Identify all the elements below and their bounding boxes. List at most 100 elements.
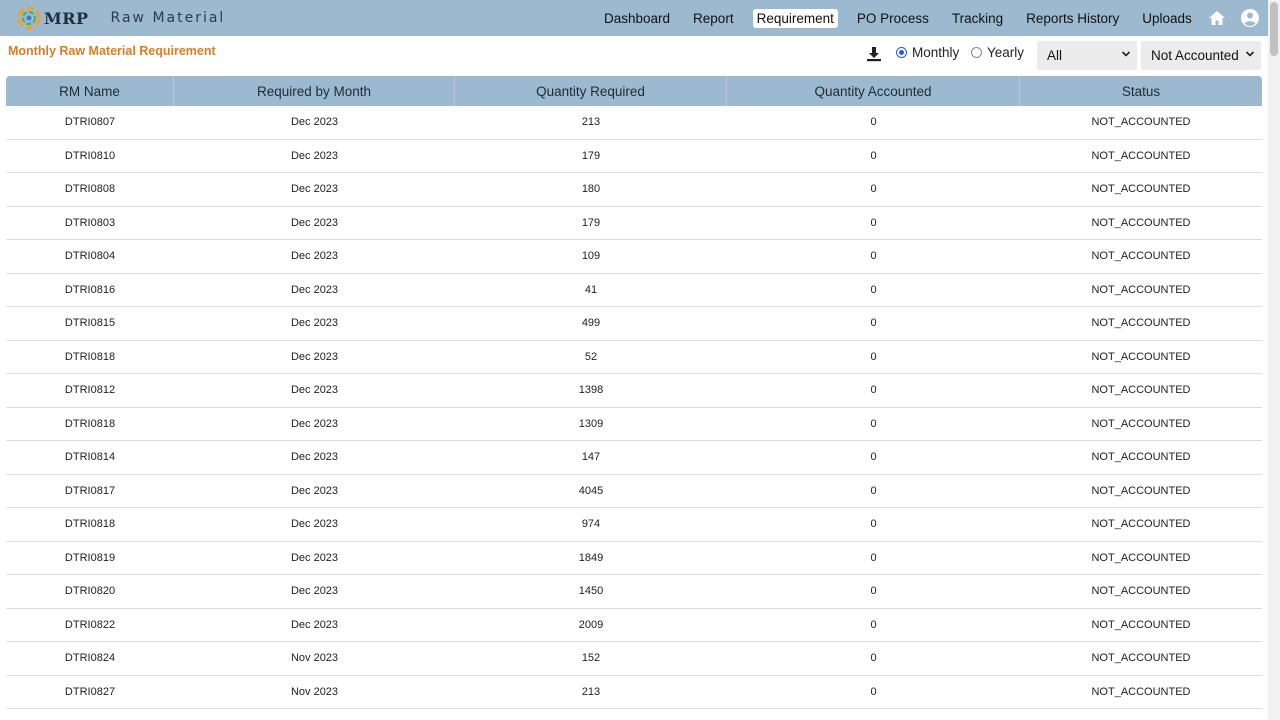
table-row[interactable]: DTRI0816 Dec 2023 41 0 NOT_ACCOUNTED (6, 274, 1262, 307)
cell-quantity-accounted: 0 (870, 451, 877, 464)
cell-status: NOT_ACCOUNTED (1091, 585, 1191, 598)
cell-status: NOT_ACCOUNTED (1091, 183, 1191, 196)
cell-quantity-required: 179 (581, 149, 601, 162)
cell-quantity-required: 4045 (578, 484, 604, 497)
column-header-quantity-accounted[interactable]: Quantity Accounted (727, 76, 1020, 106)
table-row[interactable]: DTRI0803 Dec 2023 179 0 NOT_ACCOUNTED (6, 207, 1262, 240)
column-header-required-by-month[interactable]: Required by Month (174, 76, 455, 106)
cell-quantity-accounted: 0 (870, 484, 877, 497)
nav-links: Dashboard Report Requirement PO Process … (600, 0, 1211, 36)
cell-required-by-month: Nov 2023 (290, 652, 339, 665)
nav-tracking[interactable]: Tracking (948, 9, 1007, 28)
cell-rm-name: DTRI0820 (64, 585, 116, 598)
cell-status: NOT_ACCOUNTED (1091, 317, 1191, 330)
home-icon[interactable] (1207, 8, 1227, 28)
cell-quantity-accounted: 0 (870, 183, 877, 196)
cell-status: NOT_ACCOUNTED (1091, 652, 1191, 665)
radio-yearly[interactable]: Yearly (971, 45, 1024, 60)
column-header-rm-name[interactable]: RM Name (6, 76, 174, 106)
cell-quantity-accounted: 0 (870, 384, 877, 397)
cell-quantity-accounted: 0 (870, 350, 877, 363)
table-row[interactable]: DTRI0815 Dec 2023 499 0 NOT_ACCOUNTED (6, 307, 1262, 341)
cell-status: NOT_ACCOUNTED (1091, 116, 1191, 129)
radio-monthly-button[interactable] (896, 47, 907, 58)
cell-rm-name: DTRI0827 (64, 685, 116, 698)
table-row[interactable]: DTRI0807 Dec 2023 213 0 NOT_ACCOUNTED (6, 106, 1262, 140)
cell-required-by-month: Dec 2023 (290, 350, 339, 363)
cell-quantity-required: 52 (584, 350, 598, 363)
cell-rm-name: DTRI0818 (64, 518, 116, 531)
cell-status: NOT_ACCOUNTED (1091, 216, 1191, 229)
cell-rm-name: DTRI0812 (64, 384, 116, 397)
cell-status: NOT_ACCOUNTED (1091, 384, 1191, 397)
cell-quantity-required: 109 (581, 250, 601, 263)
radio-monthly[interactable]: Monthly (896, 45, 959, 60)
cell-rm-name: DTRI0815 (64, 317, 116, 330)
nav-reports-history[interactable]: Reports History (1022, 9, 1123, 28)
table-row[interactable]: DTRI0818 Dec 2023 1309 0 NOT_ACCOUNTED (6, 408, 1262, 441)
cell-quantity-required: 180 (581, 183, 601, 196)
column-header-status[interactable]: Status (1020, 76, 1262, 106)
table-row[interactable]: DTRI0810 Dec 2023 179 0 NOT_ACCOUNTED (6, 140, 1262, 173)
cell-rm-name: DTRI0819 (64, 551, 116, 564)
download-icon[interactable] (866, 46, 882, 62)
chevron-down-icon (1121, 51, 1131, 57)
table-row[interactable]: DTRI0817 Dec 2023 4045 0 NOT_ACCOUNTED (6, 475, 1262, 508)
table-row[interactable]: DTRI0822 Dec 2023 2009 0 NOT_ACCOUNTED (6, 609, 1262, 642)
filter-select[interactable]: All (1037, 41, 1137, 70)
nav-requirement[interactable]: Requirement (752, 8, 838, 28)
cell-status: NOT_ACCOUNTED (1091, 685, 1191, 698)
cell-rm-name: DTRI0818 (64, 417, 116, 430)
cell-quantity-accounted: 0 (870, 652, 877, 665)
column-header-quantity-required[interactable]: Quantity Required (455, 76, 727, 106)
logo-text: MRP (44, 8, 89, 28)
cell-status: NOT_ACCOUNTED (1091, 451, 1191, 464)
cell-quantity-accounted: 0 (870, 216, 877, 229)
cell-quantity-accounted: 0 (870, 518, 877, 531)
cell-quantity-accounted: 0 (870, 116, 877, 129)
cell-quantity-required: 1309 (578, 417, 604, 430)
scrollbar-thumb[interactable] (1270, 2, 1278, 56)
table-row[interactable]: DTRI0824 Nov 2023 152 0 NOT_ACCOUNTED (6, 642, 1262, 676)
cell-quantity-required: 1849 (578, 551, 604, 564)
cell-rm-name: DTRI0824 (64, 652, 116, 665)
mrp-logo-icon (17, 6, 41, 30)
table-row[interactable]: DTRI0808 Dec 2023 180 0 NOT_ACCOUNTED (6, 173, 1262, 207)
user-account-icon[interactable] (1240, 8, 1260, 28)
cell-status: NOT_ACCOUNTED (1091, 350, 1191, 363)
cell-quantity-required: 41 (584, 283, 598, 296)
nav-dashboard[interactable]: Dashboard (600, 9, 674, 28)
cell-status: NOT_ACCOUNTED (1091, 618, 1191, 631)
requirement-table: RM Name Required by Month Quantity Requi… (6, 76, 1262, 709)
page-scrollbar[interactable] (1268, 0, 1280, 720)
table-row[interactable]: DTRI0818 Dec 2023 974 0 NOT_ACCOUNTED (6, 508, 1262, 542)
cell-required-by-month: Dec 2023 (290, 317, 339, 330)
cell-required-by-month: Dec 2023 (290, 149, 339, 162)
table-row[interactable]: DTRI0819 Dec 2023 1849 0 NOT_ACCOUNTED (6, 542, 1262, 575)
radio-yearly-label: Yearly (987, 45, 1025, 60)
table-row[interactable]: DTRI0818 Dec 2023 52 0 NOT_ACCOUNTED (6, 341, 1262, 374)
radio-yearly-button[interactable] (971, 47, 982, 58)
cell-rm-name: DTRI0814 (64, 451, 116, 464)
nav-po-process[interactable]: PO Process (853, 9, 933, 28)
nav-uploads[interactable]: Uploads (1138, 9, 1196, 28)
cell-required-by-month: Dec 2023 (290, 384, 339, 397)
cell-quantity-required: 499 (581, 317, 601, 330)
cell-quantity-accounted: 0 (870, 618, 877, 631)
cell-quantity-required: 974 (581, 518, 601, 531)
nav-report[interactable]: Report (689, 9, 738, 28)
brand[interactable]: MRP Raw Material (16, 5, 225, 31)
page-title: Monthly Raw Material Requirement (8, 44, 216, 58)
app-title: Raw Material (110, 10, 226, 26)
cell-quantity-required: 179 (581, 216, 601, 229)
table-body: DTRI0807 Dec 2023 213 0 NOT_ACCOUNTED DTRI081… (6, 106, 1262, 709)
table-row[interactable]: DTRI0812 Dec 2023 1398 0 NOT_ACCOUNTED (6, 374, 1262, 408)
status-select[interactable]: Not Accounted (1141, 41, 1261, 70)
table-row[interactable]: DTRI0814 Dec 2023 147 0 NOT_ACCOUNTED (6, 441, 1262, 475)
cell-rm-name: DTRI0817 (64, 484, 116, 497)
cell-quantity-accounted: 0 (870, 417, 877, 430)
table-row[interactable]: DTRI0827 Nov 2023 213 0 NOT_ACCOUNTED (6, 676, 1262, 709)
cell-required-by-month: Dec 2023 (290, 551, 339, 564)
table-row[interactable]: DTRI0820 Dec 2023 1450 0 NOT_ACCOUNTED (6, 575, 1262, 609)
table-row[interactable]: DTRI0804 Dec 2023 109 0 NOT_ACCOUNTED (6, 240, 1262, 274)
